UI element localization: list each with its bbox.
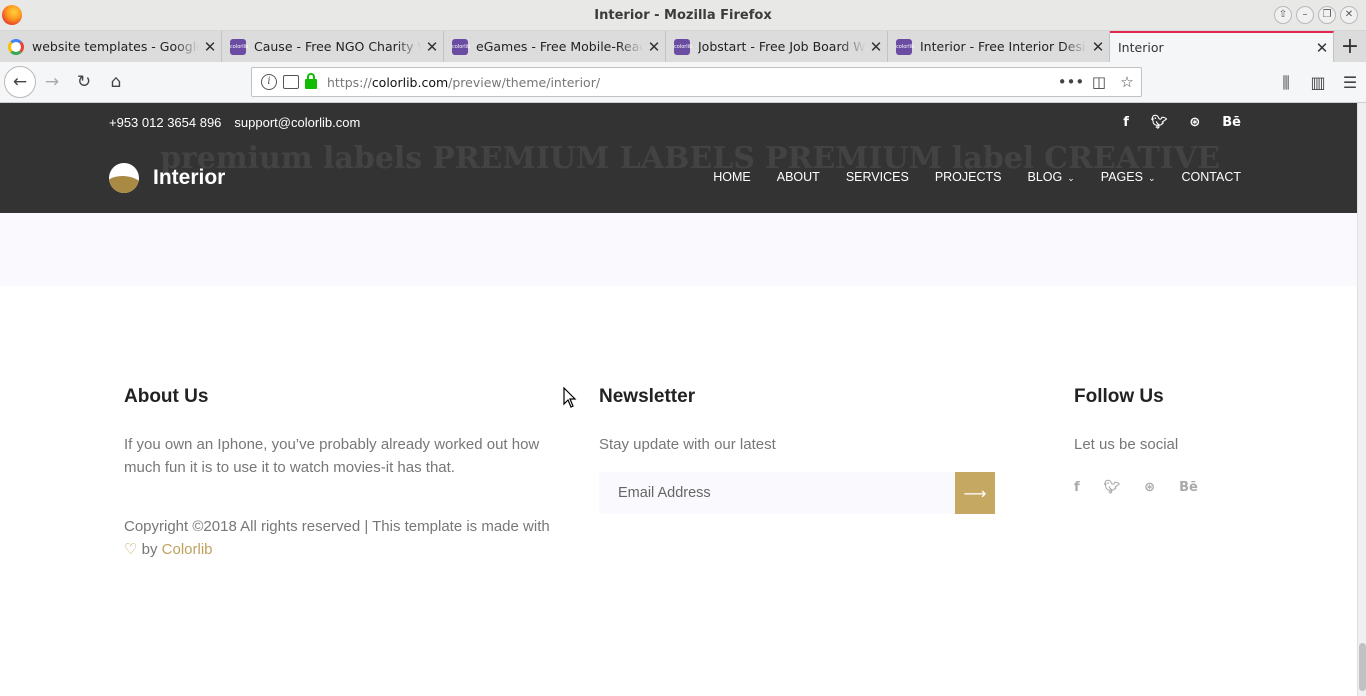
library-icon[interactable]: ⫼ <box>1270 73 1302 93</box>
window-menu-icon[interactable]: ⇧ <box>1274 6 1292 24</box>
site-logo[interactable]: Interior <box>109 163 225 193</box>
behance-icon[interactable]: Bē <box>1179 480 1198 495</box>
menu-home[interactable]: HOME <box>713 170 751 184</box>
colorlib-favicon-icon: colorlib <box>452 38 470 55</box>
menu-about[interactable]: ABOUT <box>777 170 820 184</box>
toolbar-right: ⫼ ▥ ☰ <box>1270 62 1366 103</box>
facebook-icon[interactable]: f <box>1123 115 1129 130</box>
menu-services[interactable]: SERVICES <box>846 170 909 184</box>
close-window-icon[interactable]: ✕ <box>1340 6 1358 24</box>
google-favicon-icon <box>8 38 24 55</box>
bookmark-star-icon[interactable]: ☆ <box>1113 73 1141 91</box>
subscribe-button[interactable]: ⟶ <box>955 472 995 514</box>
about-text: If you own an Iphone, you’ve probably al… <box>124 436 540 476</box>
newsletter-text: Stay update with our latest <box>599 436 776 453</box>
window-controls: ⇧ – ❐ ✕ <box>1274 6 1358 24</box>
tab-close-icon[interactable]: ✕ <box>865 38 887 56</box>
header-phone[interactable]: +953 012 3654 896 <box>109 115 221 130</box>
pocket-icon[interactable]: ◫ <box>1085 73 1113 91</box>
footer-social: f 🐦︎ ⊛ Bē <box>1074 480 1274 495</box>
colorlib-favicon-icon: colorlib <box>230 38 248 55</box>
tab-interior-free[interactable]: colorlib Interior - Free Interior Design… <box>888 31 1110 62</box>
back-button[interactable]: ← <box>4 66 36 98</box>
url-text[interactable]: https://colorlib.com/preview/theme/inter… <box>327 75 1057 90</box>
colorlib-link[interactable]: Colorlib <box>162 541 213 558</box>
window-title: Interior - Mozilla Firefox <box>594 7 772 23</box>
tab-strip: website templates - Google S ✕ colorlib … <box>0 31 1366 62</box>
footer-newsletter: Newsletter Stay update with our latest ⟶ <box>599 386 995 514</box>
site-footer: About Us If you own an Iphone, you’ve pr… <box>0 286 1357 696</box>
header-email[interactable]: support@colorlib.com <box>234 115 360 130</box>
tab-google-search[interactable]: website templates - Google S ✕ <box>0 31 222 62</box>
newsletter-title: Newsletter <box>599 386 696 407</box>
menu-contact[interactable]: CONTACT <box>1182 170 1242 184</box>
tab-close-icon[interactable]: ✕ <box>199 38 221 56</box>
behance-icon[interactable]: Bē <box>1222 115 1241 130</box>
chevron-down-icon: ⌄ <box>1067 173 1075 183</box>
tab-label: eGames - Free Mobile-Ready <box>476 39 643 54</box>
copyright: Copyright ©2018 All rights reserved | Th… <box>124 518 550 558</box>
tab-label: Jobstart - Free Job Board Web <box>698 39 865 54</box>
colorlib-favicon-icon: colorlib <box>674 38 692 55</box>
tab-egames[interactable]: colorlib eGames - Free Mobile-Ready ✕ <box>444 31 666 62</box>
interior-logo-icon <box>109 163 139 193</box>
page-scrollbar[interactable] <box>1357 103 1366 696</box>
tab-label: website templates - Google S <box>32 39 199 54</box>
email-field[interactable] <box>599 472 955 514</box>
window-titlebar: Interior - Mozilla Firefox ⇧ – ❐ ✕ <box>0 0 1366 31</box>
twitter-icon[interactable]: 🐦︎ <box>1151 115 1168 130</box>
tab-label: Interior - Free Interior Design <box>920 39 1087 54</box>
chevron-down-icon: ⌄ <box>1147 173 1156 183</box>
follow-title: Follow Us <box>1074 386 1164 407</box>
section-band <box>0 213 1357 286</box>
scrollbar-thumb[interactable] <box>1359 643 1366 691</box>
newsletter-form: ⟶ <box>599 472 995 514</box>
twitter-icon[interactable]: 🐦︎ <box>1104 480 1121 495</box>
header-social: f 🐦︎ ⊛ Bē <box>1123 115 1241 130</box>
dribbble-icon[interactable]: ⊛ <box>1144 480 1155 495</box>
site-info-icon[interactable]: i <box>261 74 277 90</box>
address-bar[interactable]: i https://colorlib.com/preview/theme/int… <box>251 67 1142 97</box>
arrow-right-icon: ⟶ <box>963 483 987 503</box>
new-tab-button[interactable]: + <box>1334 31 1366 62</box>
tab-label: Interior <box>1118 40 1164 55</box>
hamburger-menu-icon[interactable]: ☰ <box>1334 73 1366 92</box>
home-button[interactable]: ⌂ <box>100 66 132 98</box>
dribbble-icon[interactable]: ⊛ <box>1189 115 1200 130</box>
page-actions-icon[interactable]: ••• <box>1057 73 1085 91</box>
follow-text: Let us be social <box>1074 436 1179 453</box>
tab-close-icon[interactable]: ✕ <box>1311 39 1333 57</box>
tab-interior-active[interactable]: Interior ✕ <box>1110 31 1334 62</box>
minimize-icon[interactable]: – <box>1296 6 1314 24</box>
main-menu: HOME ABOUT SERVICES PROJECTS BLOG ⌄ PAGES… <box>713 170 1241 184</box>
heart-icon: ♡ <box>124 541 138 558</box>
page-viewport: premium labels PREMIUM LABELS PREMIUM la… <box>0 103 1357 696</box>
menu-projects[interactable]: PROJECTS <box>935 170 1002 184</box>
footer-follow: Follow Us Let us be social f 🐦︎ ⊛ Bē <box>1074 386 1274 495</box>
maximize-icon[interactable]: ❐ <box>1318 6 1336 24</box>
sidebar-icon[interactable]: ▥ <box>1302 73 1334 92</box>
tab-close-icon[interactable]: ✕ <box>643 38 665 56</box>
tab-jobstart[interactable]: colorlib Jobstart - Free Job Board Web ✕ <box>666 31 888 62</box>
header-contact: +953 012 3654 896 support@colorlib.com <box>109 115 360 130</box>
permissions-icon[interactable] <box>283 75 299 89</box>
site-header: premium labels PREMIUM LABELS PREMIUM la… <box>0 103 1357 213</box>
menu-blog[interactable]: BLOG ⌄ <box>1028 170 1075 184</box>
nav-toolbar: ← → ↻ ⌂ i https://colorlib.com/preview/t… <box>0 62 1366 103</box>
firefox-logo-icon <box>2 5 22 25</box>
forward-button[interactable]: → <box>36 66 68 98</box>
reload-button[interactable]: ↻ <box>68 66 100 98</box>
facebook-icon[interactable]: f <box>1074 480 1080 495</box>
menu-pages[interactable]: PAGES ⌄ <box>1101 170 1156 184</box>
site-brand-name: Interior <box>153 166 226 189</box>
tab-label: Cause - Free NGO Charity We <box>254 39 421 54</box>
about-title: About Us <box>124 386 209 407</box>
colorlib-favicon-icon: colorlib <box>896 38 914 55</box>
tab-close-icon[interactable]: ✕ <box>1087 38 1109 56</box>
tab-close-icon[interactable]: ✕ <box>421 38 443 56</box>
tab-cause[interactable]: colorlib Cause - Free NGO Charity We ✕ <box>222 31 444 62</box>
secure-lock-icon <box>305 73 317 89</box>
footer-about: About Us If you own an Iphone, you’ve pr… <box>124 386 564 561</box>
